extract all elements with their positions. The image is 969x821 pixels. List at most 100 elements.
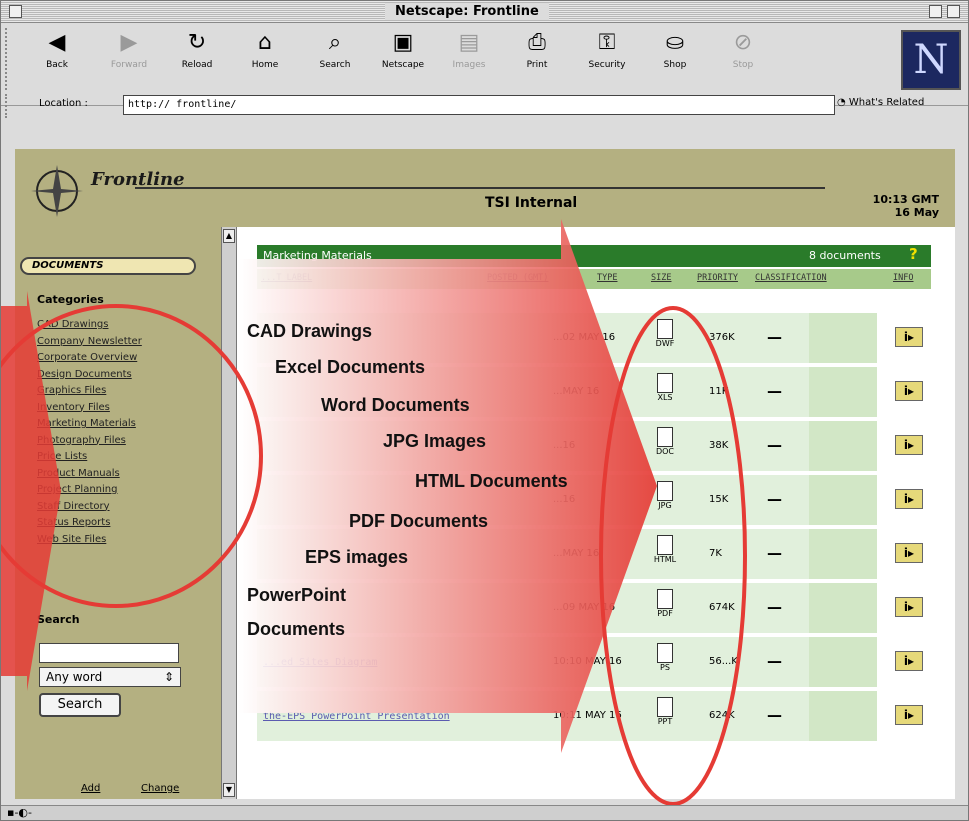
annotation-label: PowerPoint — [247, 585, 347, 605]
column-header[interactable]: SIZE — [651, 273, 671, 283]
info-button[interactable]: i▸ — [895, 327, 923, 347]
file-type-label: DOC — [655, 447, 675, 456]
column-header[interactable]: PRIORITY — [697, 273, 738, 283]
search-mode-select[interactable]: Any word ⇕ — [39, 667, 181, 687]
posted-date: ...MAY 16 — [553, 386, 600, 397]
file-type-label: HTML — [653, 555, 677, 564]
info-button[interactable]: i▸ — [895, 489, 923, 509]
netscape-icon: ▣ — [392, 30, 414, 55]
toolbar-back-button[interactable]: ◀ Back — [29, 30, 85, 70]
category-link[interactable]: Product Manuals — [37, 466, 142, 483]
info-button[interactable]: i▸ — [895, 543, 923, 563]
close-box[interactable] — [9, 5, 22, 18]
column-header[interactable]: TYPE — [597, 273, 617, 283]
print-icon: ⎙ — [528, 30, 546, 55]
help-icon[interactable]: ? — [909, 245, 918, 263]
toolbar-reload-button[interactable]: ↻ Reload — [169, 30, 225, 70]
stop-icon: ⊘ — [733, 30, 753, 55]
info-button[interactable]: i▸ — [895, 597, 923, 617]
category-link[interactable]: Status Reports — [37, 515, 142, 532]
scroll-down-arrow-icon[interactable]: ▼ — [223, 783, 235, 797]
add-link[interactable]: Add — [81, 783, 100, 794]
category-link[interactable]: Web Site Files — [37, 532, 142, 549]
category-link[interactable]: Corporate Overview — [37, 350, 142, 367]
priority: — — [767, 328, 782, 346]
toolbar-shop-button[interactable]: ⛀ Shop — [647, 30, 703, 70]
toolbar-stop-button[interactable]: ⊘ Stop — [715, 30, 771, 70]
toolbar-netscape-button[interactable]: ▣ Netscape — [375, 30, 431, 70]
zoom-box[interactable] — [929, 5, 942, 18]
location-label: Location : — [39, 98, 88, 109]
status-bar: ▪-◐- — [1, 805, 968, 820]
classification-cell — [809, 421, 877, 471]
collapse-box[interactable] — [947, 5, 960, 18]
toolbar-button-label: Security — [588, 60, 626, 70]
security-icon: ⚿ — [598, 30, 616, 55]
scroll-up-arrow-icon[interactable]: ▲ — [223, 229, 235, 243]
category-link[interactable]: Inventory Files — [37, 400, 142, 417]
column-header[interactable]: POSTED (GMT) — [487, 273, 548, 283]
panel-header: Marketing Materials 8 documents ? — [257, 245, 931, 267]
toolbar-button-label: Back — [46, 60, 68, 70]
category-link[interactable]: Marketing Materials — [37, 416, 142, 433]
annotation-label: Excel Documents — [275, 357, 426, 377]
category-link[interactable]: Design Documents — [37, 367, 142, 384]
netscape-logo[interactable]: N — [901, 30, 961, 90]
classification-cell — [809, 475, 877, 525]
file-size: 624K — [709, 710, 735, 721]
title-bar[interactable]: Netscape: Frontline — [1, 1, 968, 23]
category-link[interactable]: Project Planning — [37, 482, 142, 499]
info-button[interactable]: i▸ — [895, 381, 923, 401]
toolbar-grip[interactable] — [5, 28, 13, 90]
classification-cell — [809, 529, 877, 579]
info-button[interactable]: i▸ — [895, 705, 923, 725]
category-link[interactable]: Staff Directory — [37, 499, 142, 516]
change-link[interactable]: Change — [141, 783, 179, 794]
home-icon: ⌂ — [258, 30, 272, 55]
forward-icon: ▶ — [120, 30, 138, 55]
category-link[interactable]: Photography Files — [37, 433, 142, 450]
annotation-label: Word Documents — [321, 395, 470, 415]
file-size: 7K — [709, 548, 722, 559]
toolbar-search-button[interactable]: ⌕ Search — [307, 30, 363, 70]
whats-related-button[interactable]: ◔ What's Related — [837, 97, 924, 108]
file-size: 674K — [709, 602, 735, 613]
classification-cell — [809, 583, 877, 633]
document-label-link[interactable]: ...ed Sites Diagram — [263, 657, 377, 668]
url-input[interactable]: http:// frontline/ — [123, 95, 835, 115]
toolbar-images-button[interactable]: ▤ Images — [441, 30, 497, 70]
search-button[interactable]: Search — [39, 693, 121, 717]
priority: — — [767, 544, 782, 562]
column-header[interactable]: INFO — [893, 273, 913, 283]
category-link[interactable]: Graphics Files — [37, 383, 142, 400]
category-link[interactable]: Price Lists — [37, 449, 142, 466]
sidebar-scrollbar[interactable]: ▲ ▼ — [221, 227, 237, 799]
file-type-label: PS — [660, 663, 670, 672]
document-label-link[interactable]: the-EPS PowerPoint Presentation — [263, 711, 450, 722]
search-input[interactable] — [39, 643, 179, 663]
column-header[interactable]: CLASSIFICATION — [755, 273, 827, 283]
toolbar-button-label: Search — [319, 60, 351, 70]
info-button[interactable]: i▸ — [895, 435, 923, 455]
column-header[interactable]: ...T LABEL — [261, 273, 312, 283]
location-grip[interactable] — [5, 94, 13, 118]
category-link[interactable]: Company Newsletter — [37, 334, 142, 351]
toolbar-home-button[interactable]: ⌂ Home — [237, 30, 293, 70]
info-button[interactable]: i▸ — [895, 651, 923, 671]
toolbar-forward-button[interactable]: ▶ Forward — [101, 30, 157, 70]
toolbar-button-label: Shop — [663, 60, 687, 70]
site-header: Frontline TSI Internal 10:13 GMT 16 May — [15, 149, 955, 227]
documents-button[interactable]: DOCUMENTS — [20, 257, 196, 275]
chevron-updown-icon: ⇕ — [163, 670, 174, 684]
search-icon: ⌕ — [328, 30, 342, 55]
file-type-label: PPT — [657, 717, 673, 726]
file-type: JPG — [651, 481, 679, 510]
toolbar-print-button[interactable]: ⎙ Print — [509, 30, 565, 70]
document-icon — [657, 373, 673, 393]
category-link[interactable]: CAD Drawings — [37, 317, 142, 334]
file-type: PPT — [651, 697, 679, 726]
file-type-label: DWF — [655, 339, 675, 348]
toolbar-security-button[interactable]: ⚿ Security — [579, 30, 635, 70]
images-icon: ▤ — [458, 30, 480, 55]
document-icon — [657, 481, 673, 501]
